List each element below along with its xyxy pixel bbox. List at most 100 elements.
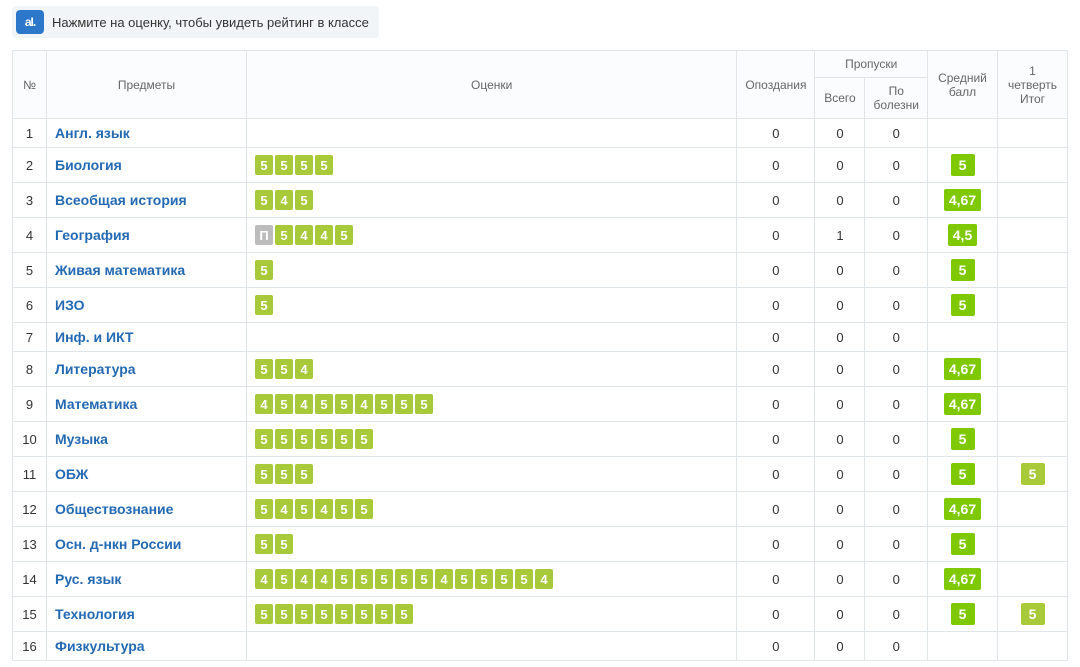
grade-mark[interactable]: 5	[415, 569, 433, 589]
grade-mark[interactable]: 4	[315, 499, 333, 519]
avg-badge[interactable]: 5	[951, 428, 975, 450]
grade-mark[interactable]: 5	[355, 499, 373, 519]
grade-mark[interactable]: 5	[295, 499, 313, 519]
avg-badge[interactable]: 5	[951, 154, 975, 176]
grade-mark[interactable]: 5	[355, 429, 373, 449]
grade-mark[interactable]: 5	[455, 569, 473, 589]
grade-mark[interactable]: 5	[255, 464, 273, 484]
grade-mark[interactable]: 5	[275, 225, 293, 245]
grade-mark[interactable]: 5	[255, 359, 273, 379]
avg-badge[interactable]: 4,67	[944, 393, 981, 415]
grade-mark[interactable]: 5	[335, 569, 353, 589]
grade-mark[interactable]: 5	[255, 429, 273, 449]
avg-badge[interactable]: 5	[951, 463, 975, 485]
grade-mark[interactable]: 5	[255, 190, 273, 210]
grade-mark[interactable]: 5	[375, 604, 393, 624]
subject-link[interactable]: Англ. язык	[55, 125, 130, 141]
grade-mark[interactable]: 5	[335, 499, 353, 519]
grade-mark[interactable]: 5	[475, 569, 493, 589]
grade-mark[interactable]: 5	[255, 534, 273, 554]
grade-mark[interactable]: 5	[295, 604, 313, 624]
avg-badge[interactable]: 5	[951, 294, 975, 316]
grade-mark[interactable]: 5	[375, 569, 393, 589]
grade-mark[interactable]: 5	[315, 604, 333, 624]
grade-mark[interactable]: 5	[335, 604, 353, 624]
grade-mark[interactable]: 4	[295, 569, 313, 589]
grade-mark[interactable]: 5	[395, 569, 413, 589]
grade-mark[interactable]: 5	[255, 295, 273, 315]
grade-mark[interactable]: 5	[395, 394, 413, 414]
term-badge[interactable]: 5	[1021, 463, 1045, 485]
grade-mark[interactable]: 5	[275, 464, 293, 484]
subject-link[interactable]: Биология	[55, 157, 122, 173]
grade-mark[interactable]: П	[255, 225, 273, 245]
stat-miss_total: 0	[815, 253, 865, 288]
grade-mark[interactable]: 5	[355, 569, 373, 589]
subject-link[interactable]: ОБЖ	[55, 466, 88, 482]
subject-link[interactable]: Технология	[55, 606, 135, 622]
subject-link[interactable]: Музыка	[55, 431, 108, 447]
grade-mark[interactable]: 5	[315, 155, 333, 175]
grade-mark[interactable]: 5	[295, 464, 313, 484]
avg-badge[interactable]: 4,67	[944, 568, 981, 590]
grade-mark[interactable]: 5	[335, 225, 353, 245]
grade-mark[interactable]: 5	[315, 394, 333, 414]
grade-mark[interactable]: 4	[275, 499, 293, 519]
grade-mark[interactable]: 4	[435, 569, 453, 589]
subject-link[interactable]: География	[55, 227, 130, 243]
subject-link[interactable]: Рус. язык	[55, 571, 121, 587]
subject-link[interactable]: Обществознание	[55, 501, 173, 517]
subject-link[interactable]: Осн. д-нкн России	[55, 536, 181, 552]
subject-link[interactable]: Всеобщая история	[55, 192, 187, 208]
grade-mark[interactable]: 5	[335, 429, 353, 449]
grade-mark[interactable]: 5	[375, 394, 393, 414]
avg-badge[interactable]: 4,5	[948, 224, 977, 246]
avg-badge[interactable]: 4,67	[944, 498, 981, 520]
grade-mark[interactable]: 5	[295, 429, 313, 449]
subject-link[interactable]: Живая математика	[55, 262, 185, 278]
term-badge[interactable]: 5	[1021, 603, 1045, 625]
grade-mark[interactable]: 4	[295, 359, 313, 379]
avg-badge[interactable]: 4,67	[944, 358, 981, 380]
grade-mark[interactable]: 5	[395, 604, 413, 624]
grade-mark[interactable]: 4	[255, 569, 273, 589]
grade-mark[interactable]: 5	[255, 260, 273, 280]
grade-mark[interactable]: 5	[275, 604, 293, 624]
grade-mark[interactable]: 5	[315, 429, 333, 449]
grade-mark[interactable]: 5	[275, 359, 293, 379]
grade-mark[interactable]: 4	[295, 225, 313, 245]
grade-mark[interactable]: 5	[515, 569, 533, 589]
grade-mark[interactable]: 5	[255, 604, 273, 624]
subject-link[interactable]: Физкультура	[55, 638, 145, 654]
avg-badge[interactable]: 5	[951, 603, 975, 625]
grade-mark[interactable]: 4	[535, 569, 553, 589]
avg-badge[interactable]: 5	[951, 533, 975, 555]
grade-mark[interactable]: 4	[315, 569, 333, 589]
subject-link[interactable]: Математика	[55, 396, 137, 412]
avg-badge[interactable]: 5	[951, 259, 975, 281]
stat-miss_ill: 0	[865, 527, 928, 562]
grade-mark[interactable]: 4	[255, 394, 273, 414]
grade-mark[interactable]: 5	[415, 394, 433, 414]
grade-mark[interactable]: 4	[315, 225, 333, 245]
grade-mark[interactable]: 5	[295, 155, 313, 175]
grade-mark[interactable]: 5	[275, 569, 293, 589]
grade-mark[interactable]: 5	[275, 429, 293, 449]
grade-mark[interactable]: 5	[275, 394, 293, 414]
subject-link[interactable]: Литература	[55, 361, 136, 377]
subject-link[interactable]: ИЗО	[55, 297, 85, 313]
grade-mark[interactable]: 5	[255, 499, 273, 519]
avg-badge[interactable]: 4,67	[944, 189, 981, 211]
subject-link[interactable]: Инф. и ИКТ	[55, 329, 134, 345]
grade-mark[interactable]: 4	[355, 394, 373, 414]
grade-mark[interactable]: 5	[335, 394, 353, 414]
grade-mark[interactable]: 4	[295, 394, 313, 414]
grade-mark[interactable]: 5	[355, 604, 373, 624]
grade-mark[interactable]: 4	[275, 190, 293, 210]
grade-mark[interactable]: 5	[295, 190, 313, 210]
grade-mark[interactable]: 5	[495, 569, 513, 589]
stat-miss_ill: 0	[865, 387, 928, 422]
grade-mark[interactable]: 5	[275, 534, 293, 554]
grade-mark[interactable]: 5	[275, 155, 293, 175]
grade-mark[interactable]: 5	[255, 155, 273, 175]
